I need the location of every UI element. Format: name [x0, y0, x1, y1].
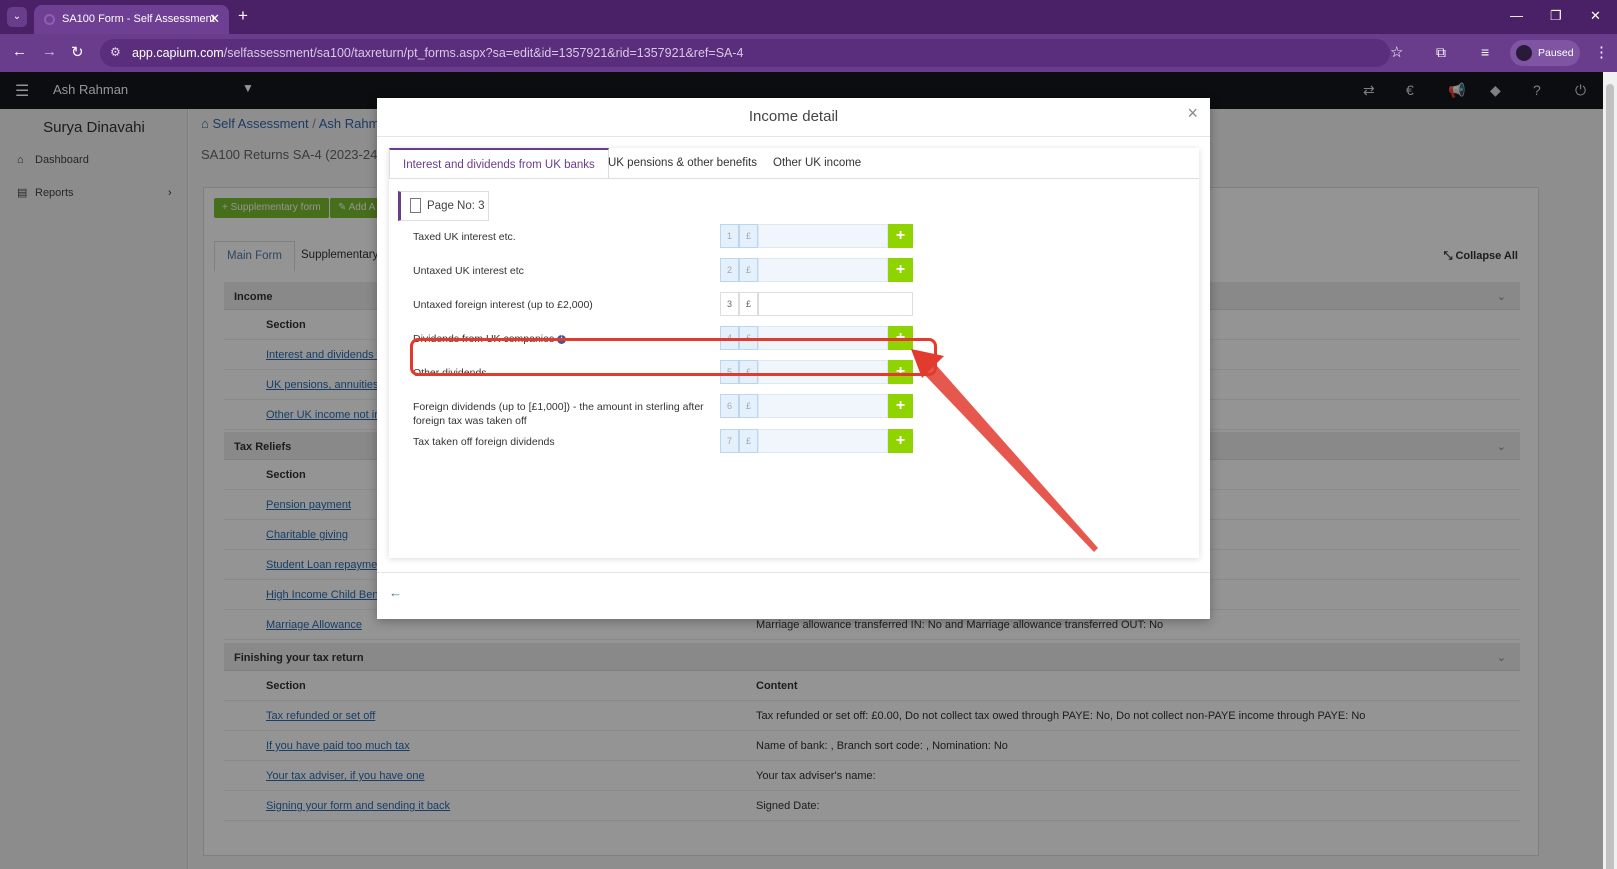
annotation-arrow	[911, 349, 1098, 552]
